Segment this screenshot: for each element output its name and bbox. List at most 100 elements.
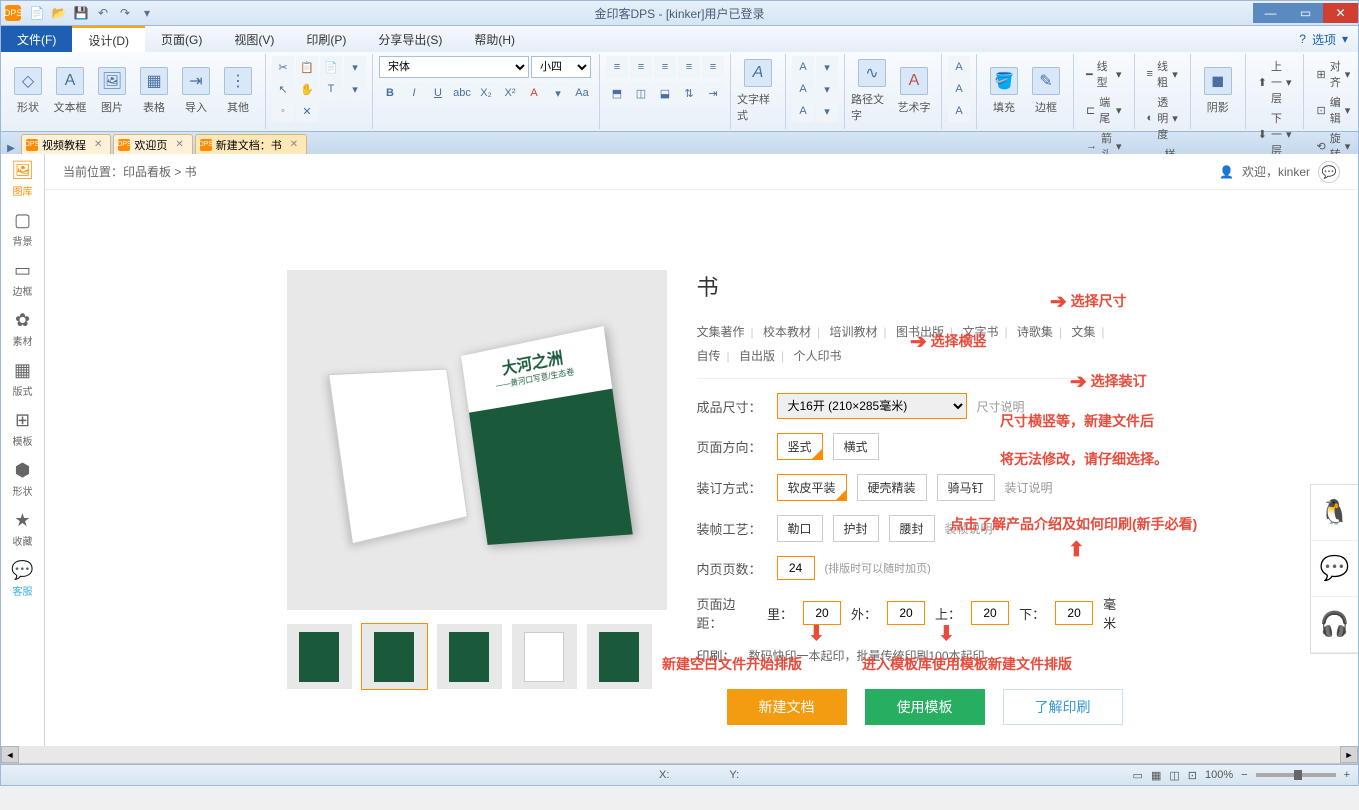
justify-icon[interactable]: ≡: [678, 56, 700, 78]
wechat-icon[interactable]: 💬: [1311, 541, 1358, 597]
color-icon[interactable]: A: [523, 82, 545, 104]
learn-print-button[interactable]: 了解印刷: [1003, 689, 1123, 725]
orient-vertical-button[interactable]: 竖式: [777, 433, 823, 460]
linespace-icon[interactable]: ⇅: [678, 82, 700, 104]
btn-linetype[interactable]: ━ 线型 ▾: [1080, 56, 1128, 92]
size-help-link[interactable]: 尺寸说明: [977, 398, 1025, 415]
select-icon[interactable]: ↖: [272, 78, 294, 100]
tag[interactable]: 图书出版: [896, 325, 944, 339]
doctab-newdoc[interactable]: DPS新建文档：书✕: [195, 134, 307, 154]
tag[interactable]: 文集: [1071, 325, 1095, 339]
btn-image[interactable]: 🖼图片: [91, 56, 133, 126]
tag[interactable]: 文集著作: [697, 325, 745, 339]
bind-soft-button[interactable]: 软皮平装: [777, 474, 847, 501]
btn-shapes[interactable]: ◇形状: [7, 56, 49, 126]
side-bg[interactable]: ▢背景: [1, 204, 44, 254]
sub-icon[interactable]: X₂: [475, 82, 497, 104]
cut-icon[interactable]: ✂: [272, 56, 294, 78]
menu-view[interactable]: 视图(V): [218, 26, 290, 52]
doctab-video[interactable]: DPS视频教程✕: [21, 134, 111, 154]
tag[interactable]: 个人印书: [793, 349, 841, 363]
close-tab-icon[interactable]: ✕: [175, 139, 183, 150]
qat-undo-icon[interactable]: ↶: [95, 5, 111, 21]
underline-icon[interactable]: U: [427, 82, 449, 104]
ts4-icon[interactable]: ▾: [816, 78, 838, 100]
size-select[interactable]: 小四: [531, 56, 591, 78]
scroll-right-icon[interactable]: ►: [1340, 746, 1358, 763]
btn-down[interactable]: ⬇ 下一层 ▾: [1252, 108, 1298, 160]
ts5-icon[interactable]: A: [792, 100, 814, 122]
dropdown-icon[interactable]: ▾: [344, 78, 366, 100]
qat-dropdown-icon[interactable]: ▾: [139, 5, 155, 21]
at1-icon[interactable]: A: [948, 56, 970, 78]
use-template-button[interactable]: 使用模板: [865, 689, 985, 725]
qat-redo-icon[interactable]: ↷: [117, 5, 133, 21]
btn-table[interactable]: ▦表格: [133, 56, 175, 126]
minimize-button[interactable]: —: [1253, 3, 1288, 23]
menu-design[interactable]: 设计(D): [72, 26, 145, 52]
align-left-icon[interactable]: ≡: [606, 56, 628, 78]
menu-print[interactable]: 印刷(P): [290, 26, 362, 52]
thumb-3[interactable]: [437, 624, 502, 689]
pages-input[interactable]: [777, 556, 815, 580]
strike-icon[interactable]: abc: [451, 82, 473, 104]
clear-icon[interactable]: Aa: [571, 82, 593, 104]
bind-saddle-button[interactable]: 骑马钉: [937, 474, 995, 501]
node-icon[interactable]: ◦: [272, 100, 294, 122]
craft-jacket-button[interactable]: 护封: [833, 515, 879, 542]
ts1-icon[interactable]: A: [792, 56, 814, 78]
view-multi-icon[interactable]: ▦: [1151, 769, 1161, 782]
btn-other[interactable]: ⋮其他: [217, 56, 259, 126]
side-service[interactable]: 💬客服: [1, 554, 44, 604]
orient-horizontal-button[interactable]: 横式: [833, 433, 879, 460]
italic-icon[interactable]: I: [403, 82, 425, 104]
valign-mid-icon[interactable]: ◫: [630, 82, 652, 104]
btn-textstyle[interactable]: A文字样式: [737, 56, 779, 126]
scroll-left-icon[interactable]: ◄: [1, 746, 19, 763]
btn-arttext[interactable]: A艺术字: [893, 56, 935, 126]
side-shape[interactable]: ⬢形状: [1, 454, 44, 504]
thumb-5[interactable]: [587, 624, 652, 689]
ts2-icon[interactable]: ▾: [816, 56, 838, 78]
zoom-out-icon[interactable]: −: [1241, 769, 1247, 781]
dropdown-icon[interactable]: ▾: [344, 56, 366, 78]
zoom-slider[interactable]: [1256, 773, 1336, 777]
craft-belt-button[interactable]: 腰封: [889, 515, 935, 542]
margin-bot-input[interactable]: [1055, 601, 1093, 625]
new-doc-button[interactable]: 新建文档: [727, 689, 847, 725]
copy-icon[interactable]: 📋: [296, 56, 318, 78]
support-icon[interactable]: 🎧: [1311, 597, 1358, 653]
at2-icon[interactable]: A: [948, 78, 970, 100]
btn-border[interactable]: ✎边框: [1025, 56, 1067, 126]
close-tab-icon[interactable]: ✕: [290, 139, 298, 150]
margin-out-input[interactable]: [887, 601, 925, 625]
chevron-down-icon[interactable]: ▾: [1342, 32, 1348, 46]
tabs-prev-icon[interactable]: ▶: [1, 143, 21, 154]
btn-pathtext[interactable]: ∿路径文字: [851, 56, 893, 126]
options-link[interactable]: 选项: [1312, 31, 1336, 48]
paste-icon[interactable]: 📄: [320, 56, 342, 78]
close-tab-icon[interactable]: ✕: [94, 139, 102, 150]
btn-lineweight[interactable]: ≡ 线粗 ▾: [1141, 56, 1184, 92]
view-spread-icon[interactable]: ◫: [1169, 769, 1179, 782]
distribute-icon[interactable]: ≡: [702, 56, 724, 78]
chat-icon[interactable]: 💬: [1318, 161, 1340, 183]
sup-icon[interactable]: X²: [499, 82, 521, 104]
doctab-welcome[interactable]: DPS欢迎页✕: [113, 134, 192, 154]
tag[interactable]: 文字书: [962, 325, 998, 339]
qat-open-icon[interactable]: 📂: [51, 5, 67, 21]
indent-icon[interactable]: ⇥: [702, 82, 724, 104]
btn-up[interactable]: ⬆ 上一层 ▾: [1252, 56, 1298, 108]
ts6-icon[interactable]: ▾: [816, 100, 838, 122]
side-gallery[interactable]: 🖼图库: [1, 154, 44, 204]
hand-icon[interactable]: ✋: [296, 78, 318, 100]
btn-import[interactable]: ⇥导入: [175, 56, 217, 126]
btn-shadow[interactable]: ◼阴影: [1197, 56, 1239, 126]
highlight-icon[interactable]: ▾: [547, 82, 569, 104]
qq-icon[interactable]: 🐧: [1311, 485, 1358, 541]
bold-icon[interactable]: B: [379, 82, 401, 104]
view-single-icon[interactable]: ▭: [1133, 769, 1143, 782]
btn-edit[interactable]: ⊡ 编辑 ▾: [1310, 92, 1356, 128]
side-layout[interactable]: ▦版式: [1, 354, 44, 404]
side-fav[interactable]: ★收藏: [1, 504, 44, 554]
